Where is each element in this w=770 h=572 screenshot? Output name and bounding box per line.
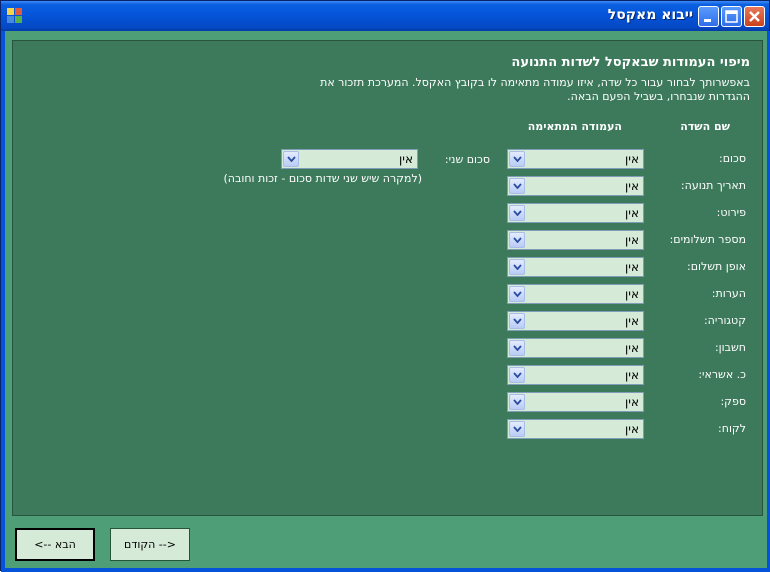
dropdown-button[interactable] [509,232,525,248]
chevron-down-icon [513,426,522,432]
maximize-button[interactable] [721,6,742,27]
dropdown-button[interactable] [509,340,525,356]
field-label: קטגוריה: [703,314,746,327]
chevron-down-icon [287,156,296,162]
field-label: תאריך תנועה: [680,179,746,192]
combo-value: אין [399,152,413,166]
panel-description: באפשרותך לבחור עבור כל שדה, איזו עמודה מ… [320,76,750,103]
second-amount-combo[interactable]: אין [281,149,418,169]
combo-value: אין [625,206,639,220]
field-label: ספק: [720,395,746,408]
chevron-down-icon [513,372,522,378]
combo-value: אין [625,260,639,274]
second-amount-label: סכום שני: [444,153,490,166]
chevron-down-icon [513,210,522,216]
combo-value: אין [625,287,639,301]
chevron-down-icon [513,399,522,405]
field-column-combo[interactable]: אין [507,311,644,331]
field-label: לקוח: [718,422,746,435]
field-column-combo[interactable]: אין [507,284,644,304]
dropdown-button[interactable] [509,205,525,221]
second-amount-note: (למקרה שיש שני שדות סכום - זכות וחובה) [223,172,422,185]
chevron-down-icon [513,156,522,162]
combo-value: אין [625,314,639,328]
field-column-combo[interactable]: אין [507,365,644,385]
close-button[interactable] [744,6,765,27]
combo-value: אין [625,422,639,436]
field-column-combo[interactable]: אין [507,257,644,277]
dropdown-button[interactable] [509,367,525,383]
chevron-down-icon [513,291,522,297]
field-column-combo[interactable]: אין [507,176,644,196]
field-column-combo[interactable]: אין [507,203,644,223]
back-button[interactable]: <-- הקודם [110,528,190,561]
chevron-down-icon [513,237,522,243]
chevron-down-icon [513,264,522,270]
field-label: הערות: [711,287,746,300]
import-excel-window: ייבוא מאקסל מיפוי העמודות שבאקסל לשדות ה… [0,0,770,572]
column-header-field-name: שם השדה [680,120,730,133]
minimize-button[interactable] [698,6,719,27]
combo-value: אין [625,341,639,355]
dropdown-button[interactable] [509,286,525,302]
field-label: כ. אשראי: [698,368,746,381]
field-label: חשבון: [714,341,746,354]
dropdown-button[interactable] [283,151,299,167]
field-label: מספר תשלומים: [669,233,746,246]
field-label: סכום: [719,152,746,165]
field-label: פירוט: [716,206,746,219]
maximize-icon [725,10,738,23]
field-label: אופן תשלום: [687,260,746,273]
close-icon [749,11,760,22]
panel-heading: מיפוי העמודות שבאקסל לשדות התנועה [511,55,750,70]
chevron-down-icon [513,183,522,189]
combo-value: אין [625,233,639,247]
frame-bottom [1,568,770,572]
minimize-icon [704,19,711,22]
dropdown-button[interactable] [509,421,525,437]
window-client-area: מיפוי העמודות שבאקסל לשדות התנועה באפשרו… [5,31,767,568]
title-bar[interactable]: ייבוא מאקסל [1,1,769,31]
column-header-matching-column: העמודה המתאימה [527,120,622,133]
chevron-down-icon [513,318,522,324]
combo-value: אין [625,368,639,382]
field-column-combo[interactable]: אין [507,338,644,358]
combo-value: אין [625,152,639,166]
app-icon [7,8,22,23]
window-title: ייבוא מאקסל [607,7,693,23]
mapping-panel: מיפוי העמודות שבאקסל לשדות התנועה באפשרו… [12,40,763,516]
field-column-combo[interactable]: אין [507,230,644,250]
dropdown-button[interactable] [509,259,525,275]
combo-value: אין [625,395,639,409]
field-column-combo[interactable]: אין [507,149,644,169]
dropdown-button[interactable] [509,151,525,167]
field-column-combo[interactable]: אין [507,419,644,439]
chevron-down-icon [513,345,522,351]
next-button[interactable]: הבא --> [15,528,95,561]
combo-value: אין [625,179,639,193]
dropdown-button[interactable] [509,394,525,410]
field-column-combo[interactable]: אין [507,392,644,412]
dropdown-button[interactable] [509,313,525,329]
dropdown-button[interactable] [509,178,525,194]
